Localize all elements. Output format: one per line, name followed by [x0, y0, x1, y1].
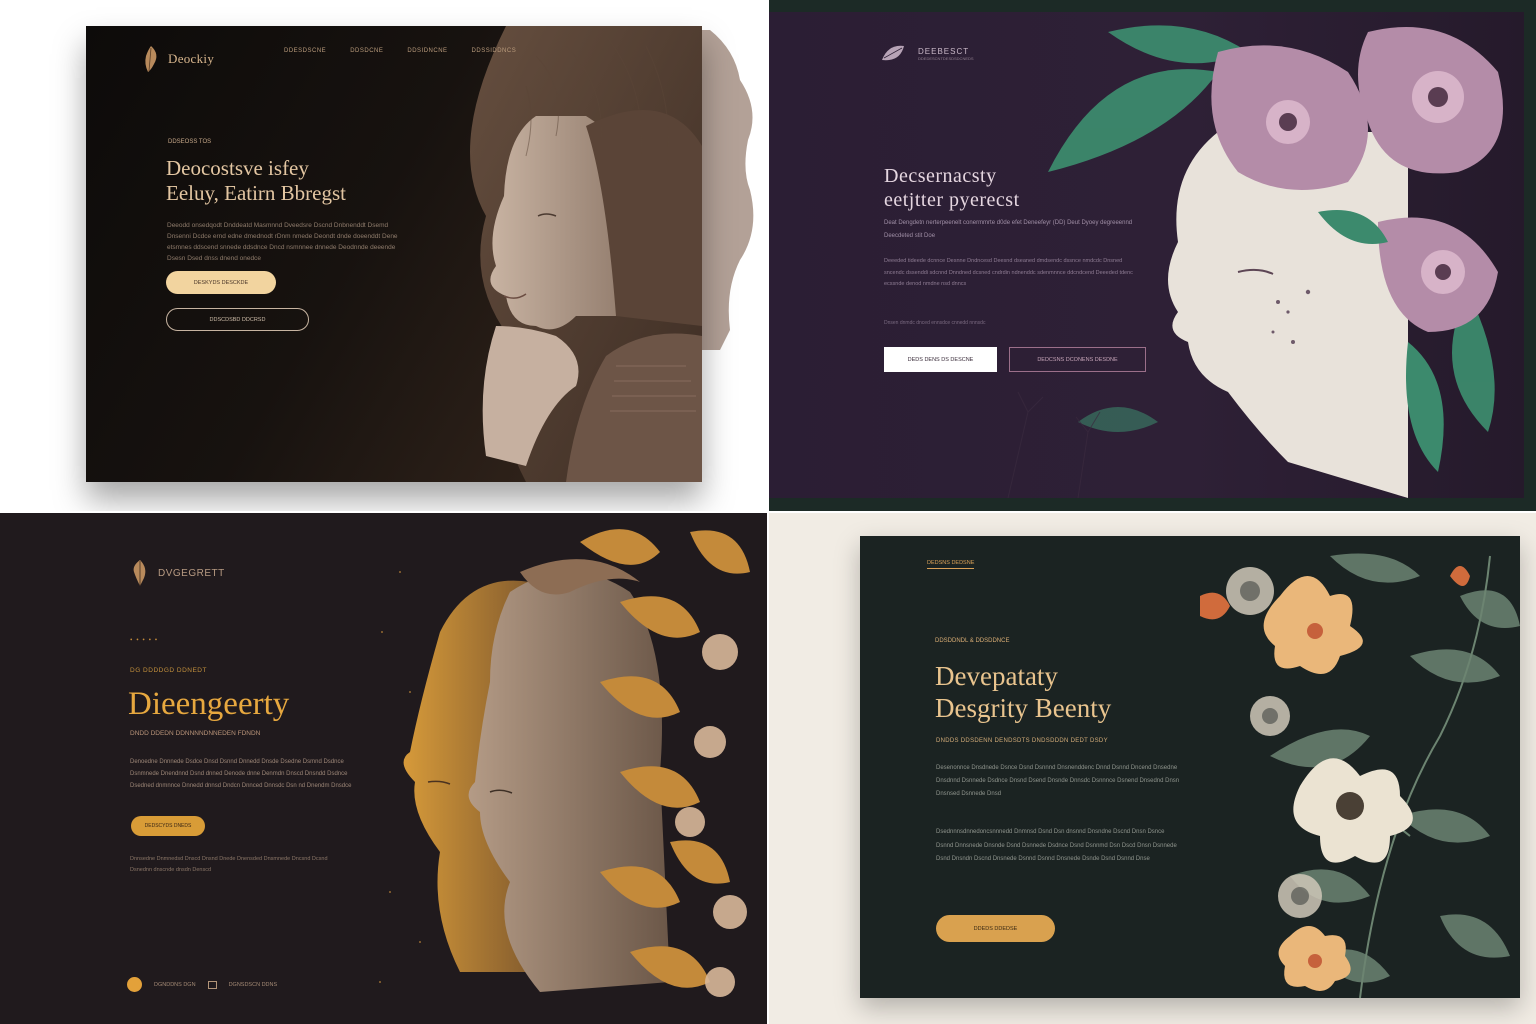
secondary-cta-button[interactable]: DEDCSNS DCONENS DESDNE	[1009, 347, 1146, 372]
hero-body-text: Deeodd onsedqodt Dnddeatd Masmnnd Dveeds…	[167, 222, 398, 262]
eyebrow-label: DG DDDDGD DDNEDT	[130, 667, 207, 674]
headline-line: Decsernacsty	[884, 165, 997, 187]
headline-line: Desgrity Beenty	[935, 693, 1112, 723]
secondary-body-text: Dnnsedne Dnmnedsd Dnscd Dnsnd Dnede Dnen…	[130, 856, 328, 873]
nav-item[interactable]: DDSIDNCNE	[407, 48, 447, 54]
leaf-logo-icon	[133, 560, 146, 586]
botanical-illustration	[1200, 553, 1520, 998]
hero-body-text: Denoedne Dnnnede Dsdce Dnsd Dsnnd Dnnedd…	[130, 759, 352, 789]
footer-links: DGNDDNS DGN DGNSDSCN DDNS	[127, 977, 277, 992]
hero-headline: Decsernacsty eetjtter pyerecst	[884, 164, 1020, 212]
hero-card: Deockiy DDESDSCNE DDSDCNE DDSIDNCNE DDSS…	[86, 26, 702, 482]
logo-subtext: DDEDESCNTDESDSDCNEDS	[918, 56, 974, 61]
hero-card: DEEBESCT DDEDESCNTDESDSDCNEDS Decsernacs…	[768, 12, 1524, 498]
hero-subheadline: DNDDS DDSDENN DENDSDTS DNDSDDDN DEDT DSD…	[936, 738, 1108, 744]
circle-icon[interactable]	[127, 977, 142, 992]
hero-subheadline: DNDD DDEDN DDNNNNDNNEDEN FDNDN	[130, 730, 261, 737]
small-note: Dnsen dnmdc dnced ennsdce cnnedd nnnsdc	[884, 320, 986, 326]
primary-cta-button[interactable]: DESKYDS DESCKDE	[166, 271, 276, 294]
nav-item[interactable]: DDESDSCNE	[284, 48, 326, 54]
headline-line: Deocostsve isfey	[166, 156, 309, 180]
top-nav: DDESDSCNE DDSDCNE DDSIDNCNE DDSSIDDNCS	[284, 48, 516, 54]
secondary-body-text: Dsednnnsdnnedoncsnnnedd Dnmnsd Dsnd Dsn …	[936, 829, 1177, 862]
decorative-dots: • • • • •	[130, 636, 159, 644]
hero-body-text: Deeeded tideede dcnnce Desnne Dndncesd D…	[884, 258, 1133, 287]
hero-headline: Dieengeerty	[128, 686, 290, 722]
logo-text-group: DEEBESCT DDEDESCNTDESDSDCNEDS	[918, 47, 974, 61]
primary-cta-button[interactable]: DDEDS DDEDSE	[936, 915, 1055, 942]
panel-botanical-dark: DEDSNS DEDSNE DDSDDNDL & DDSDDNCE Devepa…	[768, 512, 1536, 1024]
woman-portrait-illustration	[470, 26, 702, 482]
hero-headline: Devepataty Desgrity Beenty	[935, 660, 1111, 724]
headline-line: eetjtter pyerecst	[884, 189, 1020, 211]
footer-link[interactable]: DGNSDSCN DDNS	[229, 982, 278, 988]
logo-text: DEEBESCT	[918, 47, 970, 56]
panel-golden-profiles: DVGEGRETT • • • • • DG DDDDGD DDNEDT Die…	[0, 512, 768, 1024]
primary-cta-button[interactable]: DEDSCYDS DNEDS	[131, 816, 205, 836]
grid-divider	[0, 511, 1536, 513]
panel-floral-purple: DEEBESCT DDEDESCNTDESDSDCNEDS Decsernacs…	[768, 0, 1536, 512]
flower-logo-icon	[882, 45, 904, 61]
nav-item[interactable]: DDSSIDDNCS	[472, 48, 517, 54]
primary-cta-button[interactable]: DEDS DENS DS DESCNE	[884, 347, 997, 372]
headline-line: Devepataty	[935, 661, 1058, 691]
logo-text: DVGEGRETT	[158, 567, 225, 579]
logo-text: Deockiy	[168, 51, 215, 66]
panel-portrait-sepia: Deockiy DDESDSCNE DDSDCNE DDSIDNCNE DDSS…	[0, 0, 768, 512]
twin-profile-illustration	[379, 529, 750, 997]
botanical-logo-icon	[145, 46, 157, 72]
floral-face-illustration	[1007, 25, 1503, 498]
headline-line: Eeluy, Eatirn Bbregst	[166, 181, 347, 205]
square-icon[interactable]	[207, 980, 217, 989]
brand-logo[interactable]: DEEBESCT DDEDESCNTDESDSDCNEDS	[878, 40, 974, 68]
hero-body-text: Desenonnce Dnsdnede Dsnce Dsnd Dsnnnd Dn…	[936, 765, 1180, 797]
hero-intro-text: Deat Dengdetn nerterpeenelt conermmrte d…	[884, 220, 1133, 239]
hero-headline: Deocostsve isfey Eeluy, Eatirn Bbregst	[166, 156, 346, 206]
secondary-cta-button[interactable]: DDSCDSBD DDCRSD	[166, 308, 309, 331]
hero-card: DEDSNS DEDSNE DDSDDNDL & DDSDDNCE Devepa…	[860, 536, 1520, 998]
brand-logo[interactable]: Deockiy	[140, 44, 214, 74]
eyebrow-label: DDSDDNDL & DDSDDNCE	[935, 638, 1010, 644]
eyebrow-label: DDSEOSS TOS	[168, 139, 212, 145]
nav-item[interactable]: DDSDCNE	[350, 48, 383, 54]
footer-link[interactable]: DGNDDNS DGN	[154, 982, 196, 988]
top-tag-link[interactable]: DEDSNS DEDSNE	[927, 560, 975, 569]
brand-logo[interactable]: DVGEGRETT	[130, 558, 225, 588]
